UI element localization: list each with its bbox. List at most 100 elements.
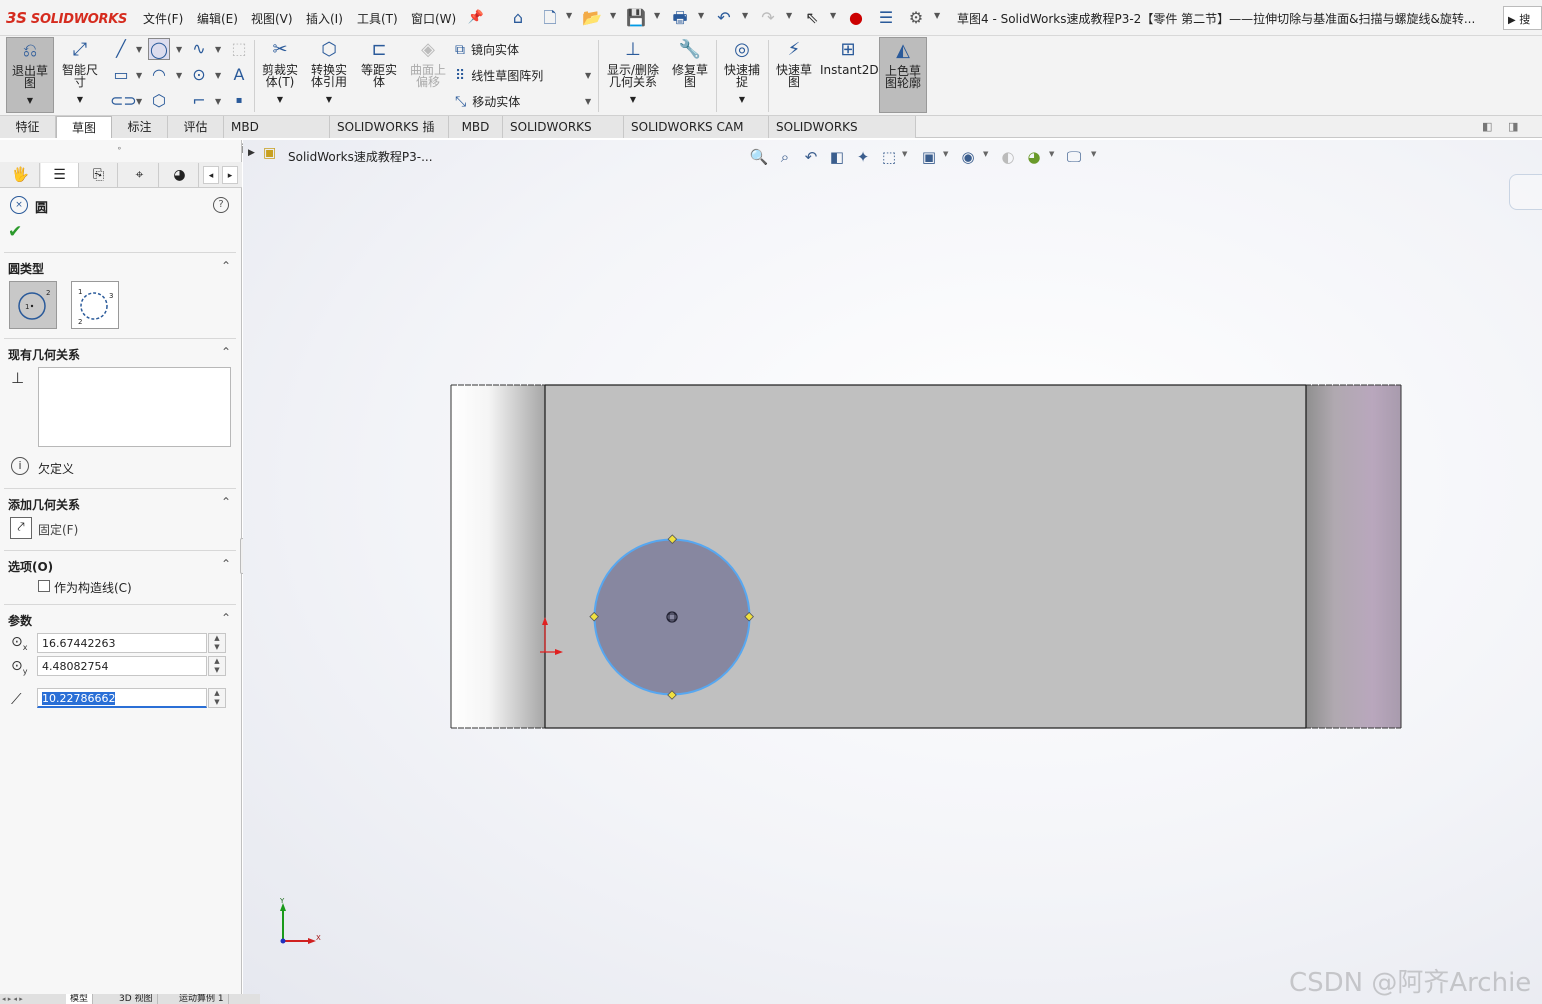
save-icon[interactable]: 💾 — [626, 8, 646, 28]
sketched-circle[interactable] — [593, 538, 751, 696]
search-box[interactable]: ▶ 搜 — [1503, 6, 1542, 30]
add-relations-header[interactable]: 添加几何关系 — [8, 496, 80, 513]
collapse-chevron-icon[interactable]: ⌃ — [221, 345, 231, 359]
convert-dropdown-icon[interactable]: ▼ — [306, 94, 352, 106]
configuration-manager-tab-icon[interactable]: ⎘ — [80, 163, 118, 187]
polygon-dropdown-icon[interactable]: ▼ — [215, 71, 221, 80]
tab-model[interactable]: 模型 — [66, 994, 94, 1004]
linear-pattern-button[interactable]: ⠿ 线性草图阵列 — [455, 67, 543, 84]
smart-dimension-dropdown-icon[interactable]: ▼ — [57, 94, 103, 106]
display-delete-relations-button[interactable]: ⊥ 显示/删除 几何关系 ▼ — [602, 40, 664, 106]
tab-solidworks-cam-tbm[interactable]: SOLIDWORKS CAM TBM — [624, 116, 769, 156]
instant2d-button[interactable]: ⊞ Instant2D — [820, 40, 879, 77]
exit-sketch-button[interactable]: ⎌ 退出草图 ▼ — [6, 37, 54, 113]
tabs-scroll-left-icon[interactable]: ◂ — [203, 166, 219, 184]
undo-dropdown-icon[interactable]: ▼ — [742, 11, 748, 20]
plane-icon[interactable]: ⬚ — [228, 38, 250, 60]
collapse-chevron-icon[interactable]: ⌃ — [221, 495, 231, 509]
dimxpert-manager-tab-icon[interactable]: ⌖ — [121, 163, 159, 187]
redo-dropdown-icon[interactable]: ▼ — [786, 11, 792, 20]
quick-snaps-dropdown-icon[interactable]: ▼ — [719, 94, 765, 106]
options-header[interactable]: 选项(O) — [8, 558, 53, 575]
sketch-fillet-icon[interactable]: ⌐ — [188, 90, 210, 112]
save-dropdown-icon[interactable]: ▼ — [654, 11, 660, 20]
undo-icon[interactable]: ↶ — [714, 8, 734, 28]
menu-tools[interactable]: 工具(T) — [357, 10, 398, 27]
polygon-icon[interactable]: ⊙ — [188, 64, 210, 86]
existing-relations-list[interactable] — [38, 367, 231, 447]
exit-sketch-dropdown-icon[interactable]: ▼ — [7, 95, 53, 107]
center-x-spinner[interactable]: ▲ ▼ — [208, 633, 226, 653]
open-icon[interactable]: 📂 — [582, 8, 602, 28]
center-x-field[interactable]: 16.67442263 — [37, 633, 207, 653]
restore-right-icon[interactable]: ◨ — [1508, 120, 1518, 133]
trim-dropdown-icon[interactable]: ▼ — [258, 94, 302, 106]
line-icon[interactable]: ╱ — [110, 38, 132, 60]
menu-edit[interactable]: 编辑(E) — [197, 10, 238, 27]
tab-markup[interactable]: 标注 — [112, 116, 168, 138]
shaded-sketch-contours-button[interactable]: ◭ 上色草 图轮廓 — [879, 37, 927, 113]
circle-type-header[interactable]: 圆类型 — [8, 260, 44, 277]
perimeter-circle-type-button[interactable]: 1 3 2 — [71, 281, 119, 329]
options-gear-icon[interactable]: ⚙ — [906, 8, 926, 28]
tab-sketch[interactable]: 草图 — [56, 116, 112, 138]
line-dropdown-icon[interactable]: ▼ — [136, 45, 142, 54]
panel-splitter-handle[interactable]: ⚬ — [116, 144, 123, 153]
menu-file[interactable]: 文件(F) — [143, 10, 183, 27]
sketch-fillet-dropdown-icon[interactable]: ▼ — [215, 97, 221, 106]
bottom-tab-scroll-icon[interactable]: ◂ ▸ ◂ ▸ — [2, 995, 23, 1003]
move-entities-button[interactable]: ⤡ 移动实体 — [455, 93, 520, 110]
center-y-field[interactable]: 4.48082754 — [37, 656, 207, 676]
print-dropdown-icon[interactable]: ▼ — [698, 11, 704, 20]
collapse-chevron-icon[interactable]: ⌃ — [221, 557, 231, 571]
feature-manager-tab-icon[interactable]: 🖐 — [2, 163, 40, 187]
radius-spinner[interactable]: ▲ ▼ — [208, 688, 226, 708]
convert-entities-button[interactable]: ⬡ 转换实 体引用 ▼ — [306, 40, 352, 106]
select-dropdown-icon[interactable]: ▼ — [830, 11, 836, 20]
ok-checkmark-icon[interactable]: ✔ — [8, 222, 22, 242]
move-dropdown-icon[interactable]: ▼ — [585, 97, 591, 106]
home-icon[interactable]: ⌂ — [508, 8, 528, 28]
tab-features[interactable]: 特征 — [0, 116, 56, 138]
graphics-area[interactable]: ▶ ▣ SolidWorks速成教程P3-... 🔍 ⌕ ↶ ◧ ✦ ⬚ ▼ ▣ ▼… — [243, 140, 1542, 1004]
center-circle-type-button[interactable]: 12 — [9, 281, 57, 329]
select-cursor-icon[interactable]: ⇖ — [802, 8, 822, 28]
menu-view[interactable]: 视图(V) — [251, 10, 293, 27]
text-icon[interactable]: A — [228, 64, 250, 86]
rectangle-dropdown-icon[interactable]: ▼ — [136, 71, 142, 80]
slot-dropdown-icon[interactable]: ▼ — [136, 97, 142, 106]
print-icon[interactable]: 🖶 — [670, 8, 690, 28]
arc-dropdown-icon[interactable]: ▼ — [176, 71, 182, 80]
tab-solidworks-cam[interactable]: SOLIDWORKS CAM — [503, 116, 624, 156]
spline-dropdown-icon[interactable]: ▼ — [215, 45, 221, 54]
restore-left-icon[interactable]: ◧ — [1482, 120, 1492, 133]
trim-entities-button[interactable]: ✂ 剪裁实 体(T) ▼ — [258, 40, 302, 106]
fillet-icon[interactable]: ⬡ — [148, 90, 170, 112]
parameters-header[interactable]: 参数 — [8, 612, 32, 629]
display-manager-tab-icon[interactable]: ◕ — [161, 163, 199, 187]
center-y-spinner[interactable]: ▲ ▼ — [208, 656, 226, 676]
tab-mbd[interactable]: MBD — [449, 116, 503, 138]
collapse-chevron-icon[interactable]: ⌃ — [221, 611, 231, 625]
tab-evaluate[interactable]: 评估 — [168, 116, 224, 138]
repair-sketch-button[interactable]: 🔧 修复草图 — [667, 40, 713, 89]
arc-icon[interactable]: ◠ — [148, 64, 170, 86]
quick-snaps-button[interactable]: ◎ 快速捕捉 ▼ — [719, 40, 765, 106]
tab-3d-views[interactable]: 3D 视图 — [115, 994, 158, 1004]
existing-relations-header[interactable]: 现有几何关系 — [8, 346, 80, 363]
rectangle-icon[interactable]: ▭ — [110, 64, 132, 86]
options-dropdown-icon[interactable]: ▼ — [934, 11, 940, 20]
menu-window[interactable]: 窗口(W) — [411, 10, 456, 27]
offset-entities-button[interactable]: ⊏ 等距实体 — [356, 40, 402, 89]
file-properties-icon[interactable]: ☰ — [876, 8, 896, 28]
tab-motion-study[interactable]: 运动算例 1 — [175, 994, 229, 1004]
spline-icon[interactable]: ∿ — [188, 38, 210, 60]
relations-dropdown-icon[interactable]: ▼ — [602, 94, 664, 106]
tab-mbd-dimensions[interactable]: MBD Dimensions — [224, 116, 330, 156]
offset-on-surface-button[interactable]: ◈ 曲面上 偏移 — [405, 40, 451, 89]
tabs-scroll-right-icon[interactable]: ▸ — [222, 166, 238, 184]
redo-icon[interactable]: ↷ — [758, 8, 778, 28]
rebuild-traffic-light-icon[interactable]: ● — [846, 8, 866, 28]
property-manager-tab-icon[interactable]: ☰ — [41, 163, 79, 187]
tab-solidworks-addins[interactable]: SOLIDWORKS 插件 — [330, 116, 449, 156]
